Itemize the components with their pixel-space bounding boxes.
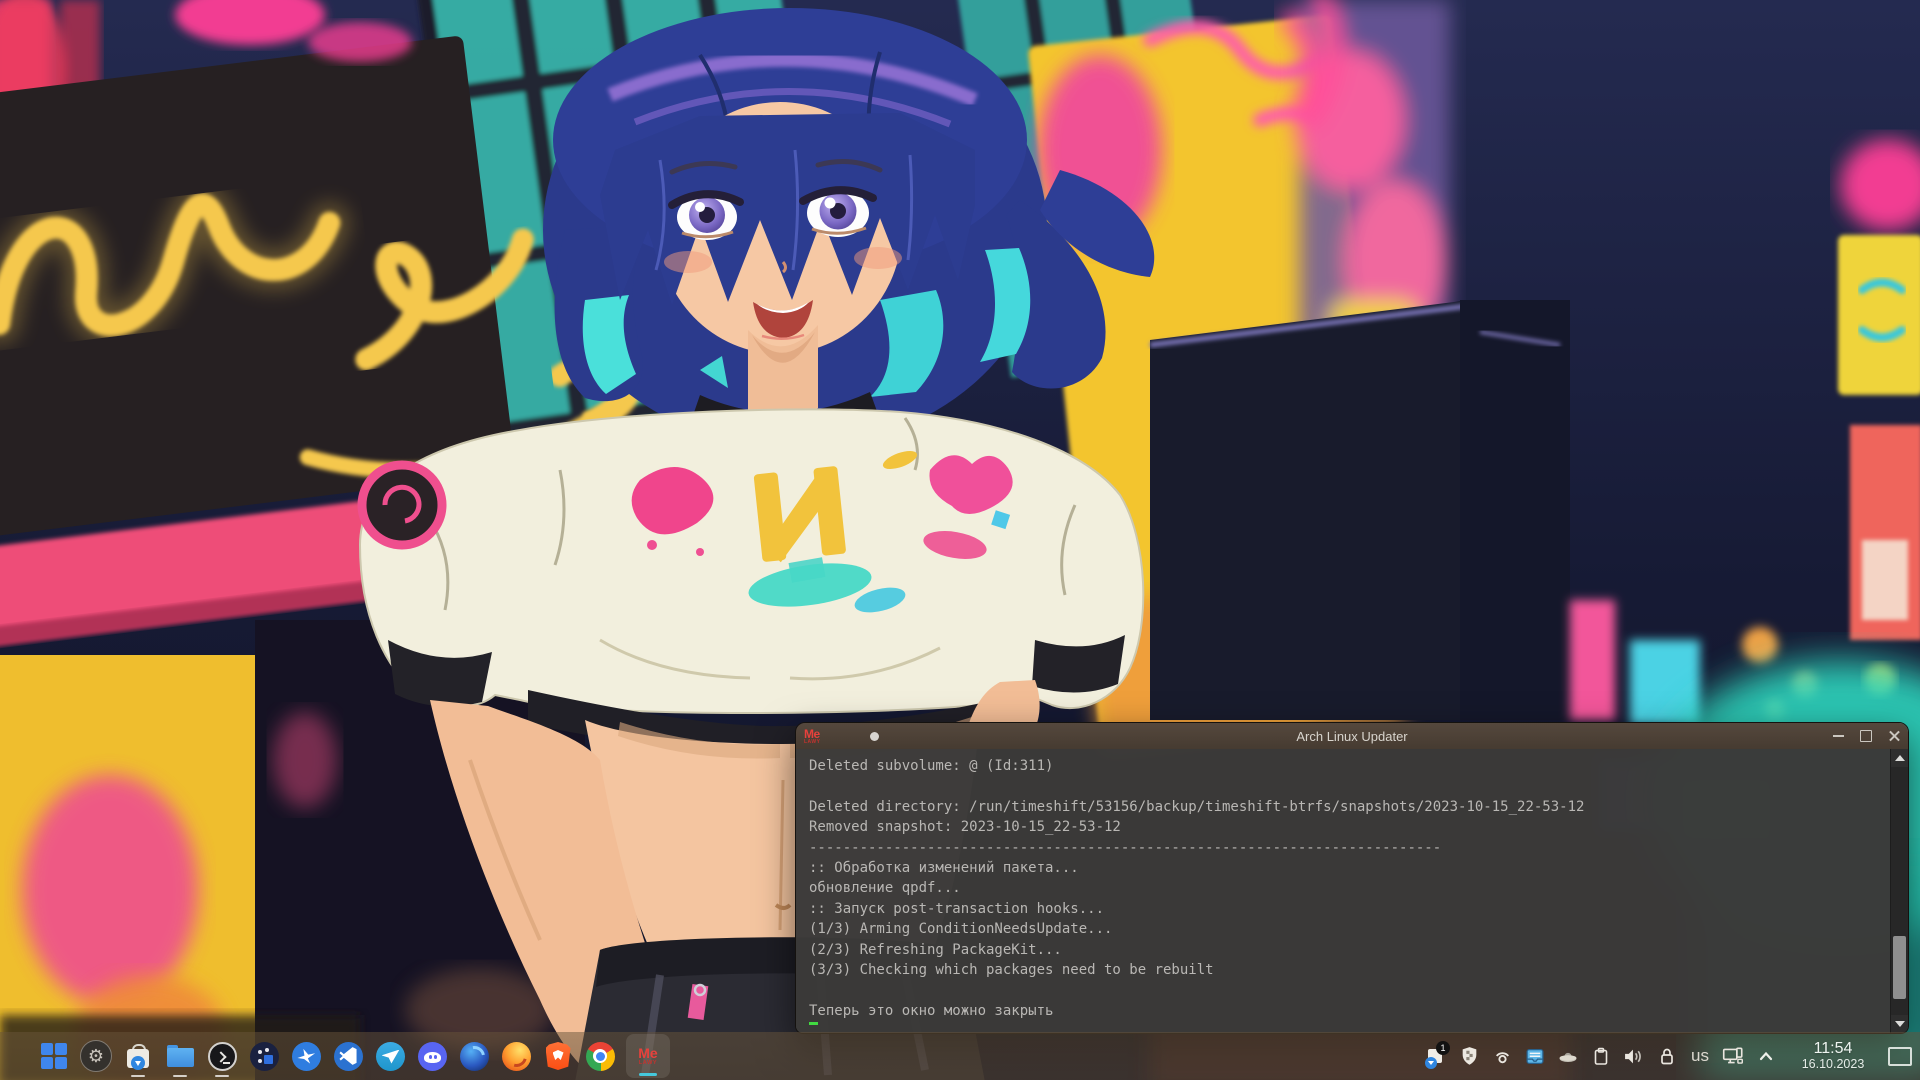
show-desktop-button[interactable] [1888, 1033, 1912, 1079]
firefox-icon [502, 1042, 531, 1071]
window-titlebar[interactable]: Me LAWY Arch Linux Updater [796, 723, 1908, 749]
file-manager-button[interactable] [164, 1033, 196, 1079]
terminal-line: Deleted subvolume: @ (Id:311) [809, 756, 1908, 776]
clock-date: 16.10.2023 [1787, 1058, 1879, 1072]
taskbar: Me LAWY 1 [0, 1032, 1920, 1080]
close-icon [1888, 730, 1901, 743]
clock-time: 11:54 [1787, 1040, 1879, 1058]
dotted-app-icon [250, 1042, 279, 1071]
terminal-line: Removed snapshot: 2023-10-15_22-53-12 [809, 817, 1908, 837]
running-indicator [131, 1075, 145, 1078]
tray-expander-button[interactable] [1754, 1033, 1778, 1079]
dark-dotted-app-button[interactable] [248, 1033, 280, 1079]
eye-icon [1492, 1046, 1513, 1067]
chrome-icon [586, 1042, 615, 1071]
active-task-underline [639, 1073, 657, 1076]
app-launcher-button[interactable] [38, 1033, 70, 1079]
system-tray: 1 us [1424, 1033, 1912, 1079]
discord-icon [418, 1042, 447, 1071]
terminal-line: (3/3) Checking which packages need to be… [809, 960, 1908, 980]
terminal-line [809, 980, 1908, 1000]
volume-icon [1622, 1046, 1646, 1067]
shield-icon [1459, 1045, 1480, 1067]
clipboard-tray-button[interactable] [1589, 1033, 1613, 1079]
terminal-cursor [809, 1022, 818, 1025]
desktop: Me LAWY Arch Linux Updater Deleted subvo… [0, 0, 1920, 1080]
volume-tray-button[interactable] [1622, 1033, 1646, 1079]
running-indicator [173, 1075, 187, 1078]
inbox-icon [1524, 1046, 1546, 1067]
chrome-button[interactable] [584, 1033, 616, 1079]
updates-badge: 1 [1436, 1041, 1450, 1055]
monitor-lock-icon [1721, 1045, 1745, 1067]
updates-tray-button[interactable]: 1 [1424, 1033, 1448, 1079]
arrow-down-icon [1895, 1021, 1905, 1027]
melawy-task-icon: Me [638, 1047, 657, 1060]
bird-icon [292, 1042, 321, 1071]
terminal-line: обновление qpdf... [809, 878, 1908, 898]
folder-icon [167, 1045, 194, 1067]
ufo-tray-button[interactable] [1556, 1033, 1580, 1079]
telegram-button[interactable] [374, 1033, 406, 1079]
firefox-button[interactable] [500, 1033, 532, 1079]
terminal-window: Me LAWY Arch Linux Updater Deleted subvo… [795, 722, 1909, 1034]
terminal-output[interactable]: Deleted subvolume: @ (Id:311) Deleted di… [796, 749, 1908, 1033]
blue-browser-button[interactable] [458, 1033, 490, 1079]
ufo-icon [1557, 1046, 1579, 1067]
scrollbar-thumb[interactable] [1893, 936, 1906, 998]
window-title: Arch Linux Updater [796, 729, 1908, 744]
terminal-line: ----------------------------------------… [809, 838, 1908, 858]
chevron-up-icon [1756, 1046, 1776, 1066]
terminal-line: Теперь это окно можно закрыть [809, 1001, 1908, 1021]
minimize-icon [1833, 735, 1844, 737]
terminal-line: (1/3) Arming ConditionNeedsUpdate... [809, 919, 1908, 939]
scroll-down-button[interactable] [1891, 1015, 1908, 1033]
code-editor-button[interactable] [332, 1033, 364, 1079]
running-indicator [215, 1075, 229, 1078]
system-settings-button[interactable] [80, 1033, 112, 1079]
terminal-line: (2/3) Refreshing PackageKit... [809, 940, 1908, 960]
taskbar-apps: Me LAWY [8, 1033, 670, 1079]
blue-browser-icon [460, 1042, 489, 1071]
screen-devices-tray-button[interactable] [1721, 1033, 1745, 1079]
show-desktop-icon [1888, 1047, 1912, 1066]
bird-messenger-button[interactable] [290, 1033, 322, 1079]
eye-tray-button[interactable] [1490, 1033, 1514, 1079]
software-center-icon [127, 1044, 149, 1068]
discord-button[interactable] [416, 1033, 448, 1079]
brave-button[interactable] [542, 1033, 574, 1079]
maximize-button[interactable] [1852, 723, 1880, 749]
app-launcher-icon [41, 1043, 67, 1069]
terminal-line: :: Обработка изменений пакета... [809, 858, 1908, 878]
terminal-line: :: Запуск post-transaction hooks... [809, 899, 1908, 919]
close-button[interactable] [1880, 723, 1908, 749]
telegram-icon [376, 1042, 405, 1071]
scroll-up-button[interactable] [1891, 749, 1908, 767]
keyboard-layout-indicator[interactable]: us [1688, 1033, 1712, 1079]
terminal-line [809, 776, 1908, 796]
maximize-icon [1860, 730, 1872, 742]
terminal-icon [208, 1042, 237, 1071]
gear-icon [80, 1040, 112, 1072]
vscode-icon [334, 1042, 363, 1071]
minimize-button[interactable] [1824, 723, 1852, 749]
updates-icon: 1 [1426, 1045, 1446, 1067]
brave-icon [546, 1042, 571, 1070]
inbox-tray-button[interactable] [1523, 1033, 1547, 1079]
clock-widget[interactable]: 11:54 16.10.2023 [1787, 1040, 1879, 1071]
terminal-line: Deleted directory: /run/timeshift/53156/… [809, 797, 1908, 817]
firewall-tray-button[interactable] [1457, 1033, 1481, 1079]
lock-icon [1657, 1046, 1677, 1067]
scrollbar[interactable] [1890, 749, 1908, 1033]
terminal-app-button[interactable] [206, 1033, 238, 1079]
software-center-button[interactable] [122, 1033, 154, 1079]
arch-updater-taskbar-button[interactable]: Me LAWY [626, 1034, 670, 1078]
arrow-up-icon [1895, 755, 1905, 761]
clipboard-icon [1591, 1046, 1611, 1067]
lock-tray-button[interactable] [1655, 1033, 1679, 1079]
